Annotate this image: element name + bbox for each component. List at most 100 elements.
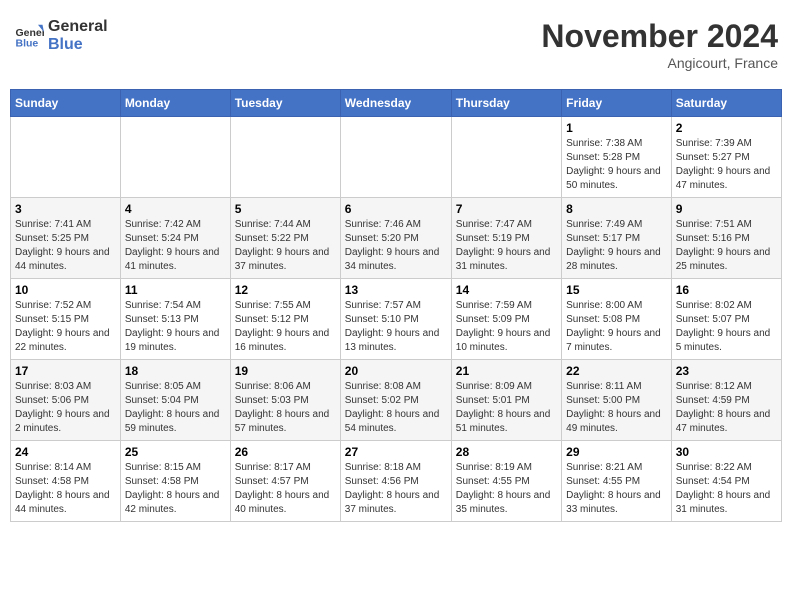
day-number: 22	[566, 364, 667, 378]
logo-blue: Blue	[48, 36, 108, 54]
calendar-week-row: 17 Sunrise: 8:03 AMSunset: 5:06 PMDayligh…	[11, 360, 782, 441]
header: General Blue General Blue November 2024 …	[10, 10, 782, 79]
calendar-cell: 29Sunrise: 8:21 AMSunset: 4:55 PMDayligh…	[562, 441, 672, 522]
day-number: 1	[566, 121, 667, 135]
calendar-week-row: 3 Sunrise: 7:41 AMSunset: 5:25 PMDaylight…	[11, 198, 782, 279]
day-info: Sunrise: 8:02 AMSunset: 5:07 PMDaylight:…	[676, 299, 777, 355]
day-info: Sunrise: 8:06 AMSunset: 5:03 PMDaylight:…	[235, 380, 336, 436]
day-info: Sunrise: 8:08 AMSunset: 5:02 PMDaylight:…	[345, 380, 447, 436]
day-number: 27	[345, 445, 447, 459]
calendar-cell: 8 Sunrise: 7:49 AMSunset: 5:17 PMDaylight…	[562, 198, 672, 279]
calendar-cell: 4 Sunrise: 7:42 AMSunset: 5:24 PMDaylight…	[120, 198, 230, 279]
calendar-cell: 1 Sunrise: 7:38 AMSunset: 5:28 PMDaylight…	[562, 117, 672, 198]
day-info: Sunrise: 8:11 AMSunset: 5:00 PMDaylight:…	[566, 380, 667, 436]
day-info: Sunrise: 7:42 AMSunset: 5:24 PMDaylight:…	[125, 218, 226, 274]
day-number: 28	[456, 445, 557, 459]
calendar-cell: 26Sunrise: 8:17 AMSunset: 4:57 PMDayligh…	[230, 441, 340, 522]
day-info: Sunrise: 8:14 AMSunset: 4:58 PMDaylight:…	[15, 461, 116, 517]
day-number: 2	[676, 121, 777, 135]
day-number: 9	[676, 202, 777, 216]
day-info: Sunrise: 8:15 AMSunset: 4:58 PMDaylight:…	[125, 461, 226, 517]
day-number: 14	[456, 283, 557, 297]
day-of-week-header: Thursday	[451, 90, 561, 117]
calendar-cell: 19 Sunrise: 8:06 AMSunset: 5:03 PMDayligh…	[230, 360, 340, 441]
calendar-cell: 20 Sunrise: 8:08 AMSunset: 5:02 PMDayligh…	[340, 360, 451, 441]
calendar-cell: 18 Sunrise: 8:05 AMSunset: 5:04 PMDayligh…	[120, 360, 230, 441]
day-number: 10	[15, 283, 116, 297]
day-info: Sunrise: 7:55 AMSunset: 5:12 PMDaylight:…	[235, 299, 336, 355]
day-info: Sunrise: 7:47 AMSunset: 5:19 PMDaylight:…	[456, 218, 557, 274]
day-info: Sunrise: 7:51 AMSunset: 5:16 PMDaylight:…	[676, 218, 777, 274]
day-info: Sunrise: 8:00 AMSunset: 5:08 PMDaylight:…	[566, 299, 667, 355]
day-info: Sunrise: 8:03 AMSunset: 5:06 PMDaylight:…	[15, 380, 116, 436]
day-number: 21	[456, 364, 557, 378]
day-info: Sunrise: 8:09 AMSunset: 5:01 PMDaylight:…	[456, 380, 557, 436]
day-of-week-header: Tuesday	[230, 90, 340, 117]
calendar-cell: 27 Sunrise: 8:18 AMSunset: 4:56 PMDayligh…	[340, 441, 451, 522]
day-info: Sunrise: 7:39 AMSunset: 5:27 PMDaylight:…	[676, 137, 777, 193]
calendar-week-row: 24Sunrise: 8:14 AMSunset: 4:58 PMDayligh…	[11, 441, 782, 522]
calendar-cell: 22 Sunrise: 8:11 AMSunset: 5:00 PMDayligh…	[562, 360, 672, 441]
day-info: Sunrise: 7:57 AMSunset: 5:10 PMDaylight:…	[345, 299, 447, 355]
day-number: 3	[15, 202, 116, 216]
month-title: November 2024	[541, 18, 778, 55]
calendar-cell: 15 Sunrise: 8:00 AMSunset: 5:08 PMDayligh…	[562, 279, 672, 360]
calendar-cell: 6 Sunrise: 7:46 AMSunset: 5:20 PMDaylight…	[340, 198, 451, 279]
day-number: 15	[566, 283, 667, 297]
calendar-cell: 12Sunrise: 7:55 AMSunset: 5:12 PMDayligh…	[230, 279, 340, 360]
day-number: 20	[345, 364, 447, 378]
calendar-cell: 28 Sunrise: 8:19 AMSunset: 4:55 PMDayligh…	[451, 441, 561, 522]
calendar: SundayMondayTuesdayWednesdayThursdayFrid…	[10, 89, 782, 522]
calendar-cell: 24Sunrise: 8:14 AMSunset: 4:58 PMDayligh…	[11, 441, 121, 522]
calendar-cell: 9 Sunrise: 7:51 AMSunset: 5:16 PMDaylight…	[671, 198, 781, 279]
calendar-header-row: SundayMondayTuesdayWednesdayThursdayFrid…	[11, 90, 782, 117]
day-number: 23	[676, 364, 777, 378]
day-info: Sunrise: 8:12 AMSunset: 4:59 PMDaylight:…	[676, 380, 777, 436]
calendar-cell: 17 Sunrise: 8:03 AMSunset: 5:06 PMDayligh…	[11, 360, 121, 441]
day-of-week-header: Sunday	[11, 90, 121, 117]
day-number: 6	[345, 202, 447, 216]
day-number: 25	[125, 445, 226, 459]
day-info: Sunrise: 7:52 AMSunset: 5:15 PMDaylight:…	[15, 299, 116, 355]
calendar-cell: 2 Sunrise: 7:39 AMSunset: 5:27 PMDaylight…	[671, 117, 781, 198]
day-info: Sunrise: 8:18 AMSunset: 4:56 PMDaylight:…	[345, 461, 447, 517]
calendar-cell	[11, 117, 121, 198]
day-number: 4	[125, 202, 226, 216]
calendar-week-row: 1 Sunrise: 7:38 AMSunset: 5:28 PMDaylight…	[11, 117, 782, 198]
calendar-cell	[230, 117, 340, 198]
day-info: Sunrise: 7:46 AMSunset: 5:20 PMDaylight:…	[345, 218, 447, 274]
logo-general: General	[48, 18, 108, 36]
calendar-cell: 11 Sunrise: 7:54 AMSunset: 5:13 PMDayligh…	[120, 279, 230, 360]
location-title: Angicourt, France	[541, 55, 778, 71]
day-number: 7	[456, 202, 557, 216]
svg-text:Blue: Blue	[16, 37, 39, 49]
day-number: 19	[235, 364, 336, 378]
calendar-cell: 25 Sunrise: 8:15 AMSunset: 4:58 PMDayligh…	[120, 441, 230, 522]
day-number: 11	[125, 283, 226, 297]
day-number: 16	[676, 283, 777, 297]
day-number: 18	[125, 364, 226, 378]
calendar-cell: 7 Sunrise: 7:47 AMSunset: 5:19 PMDaylight…	[451, 198, 561, 279]
calendar-cell: 21 Sunrise: 8:09 AMSunset: 5:01 PMDayligh…	[451, 360, 561, 441]
day-number: 17	[15, 364, 116, 378]
day-number: 30	[676, 445, 777, 459]
day-number: 8	[566, 202, 667, 216]
day-info: Sunrise: 7:38 AMSunset: 5:28 PMDaylight:…	[566, 137, 667, 193]
calendar-cell: 5Sunrise: 7:44 AMSunset: 5:22 PMDaylight…	[230, 198, 340, 279]
day-info: Sunrise: 7:41 AMSunset: 5:25 PMDaylight:…	[15, 218, 116, 274]
day-info: Sunrise: 8:17 AMSunset: 4:57 PMDaylight:…	[235, 461, 336, 517]
day-info: Sunrise: 8:19 AMSunset: 4:55 PMDaylight:…	[456, 461, 557, 517]
day-info: Sunrise: 8:22 AMSunset: 4:54 PMDaylight:…	[676, 461, 777, 517]
calendar-cell	[120, 117, 230, 198]
logo: General Blue General Blue	[14, 18, 108, 53]
calendar-cell: 23 Sunrise: 8:12 AMSunset: 4:59 PMDayligh…	[671, 360, 781, 441]
day-number: 13	[345, 283, 447, 297]
calendar-cell: 16 Sunrise: 8:02 AMSunset: 5:07 PMDayligh…	[671, 279, 781, 360]
day-info: Sunrise: 7:54 AMSunset: 5:13 PMDaylight:…	[125, 299, 226, 355]
day-info: Sunrise: 7:44 AMSunset: 5:22 PMDaylight:…	[235, 218, 336, 274]
day-number: 29	[566, 445, 667, 459]
day-info: Sunrise: 8:05 AMSunset: 5:04 PMDaylight:…	[125, 380, 226, 436]
day-info: Sunrise: 7:49 AMSunset: 5:17 PMDaylight:…	[566, 218, 667, 274]
title-area: November 2024 Angicourt, France	[541, 18, 778, 71]
day-info: Sunrise: 7:59 AMSunset: 5:09 PMDaylight:…	[456, 299, 557, 355]
